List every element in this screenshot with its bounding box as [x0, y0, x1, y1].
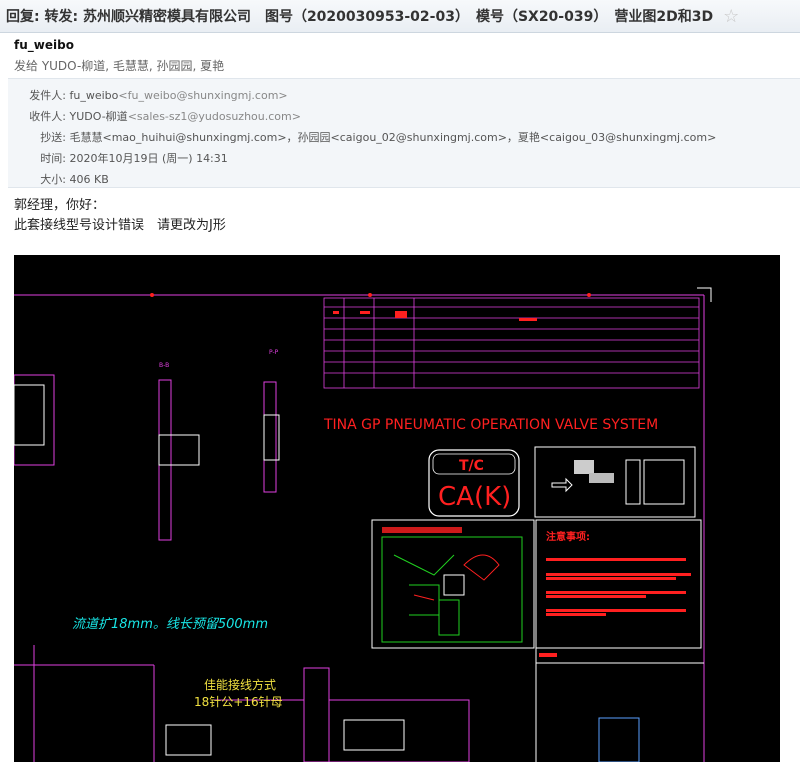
meta-size-row: 大小: 406 KB: [8, 169, 800, 190]
title-block-table: [323, 297, 700, 389]
section-label-b: B-B: [159, 362, 169, 369]
meta-cc-row: 抄送: 毛慧慧<mao_huihui@shunxingmj.com>，孙园园<c…: [8, 127, 800, 148]
email-subject: 回复: 转发: 苏州顺兴精密模具有限公司 图号（2020030953-02-03…: [6, 9, 714, 25]
email-meta-details: 发件人: fu_weibo<fu_weibo@shunxingmj.com> 收…: [8, 78, 800, 188]
email-body: 郭经理，你好： 此套接线型号设计错误 请更改为J形: [14, 196, 226, 236]
table-mark: [360, 311, 370, 314]
table-mark: [519, 318, 537, 321]
meta-to-label: 收件人:: [29, 110, 66, 123]
arrow-icon: [551, 477, 573, 493]
meta-time-value: 2020年10月19日 (周一) 14:31: [69, 152, 228, 165]
valve-core: [443, 574, 465, 596]
mold-plate-icon: [625, 459, 641, 505]
tc-value: CA(K): [438, 482, 511, 512]
star-icon[interactable]: ☆: [723, 6, 739, 27]
runner-note: 流道扩18mm。线长预留500mm: [72, 617, 268, 632]
table-mark: [333, 311, 339, 314]
connector-outline: [165, 724, 212, 756]
lower-panel-mark: [539, 653, 557, 657]
mold-plate-icon: [643, 459, 685, 505]
email-subject-bar: 回复: 转发: 苏州顺兴精密模具有限公司 图号（2020030953-02-03…: [0, 0, 800, 33]
wiring-title: 佳能接线方式: [204, 677, 276, 692]
recipients-summary: 发给 YUDO-柳道, 毛慧慧, 孙园园, 夏艳: [14, 59, 225, 73]
sender-name[interactable]: fu_weibo: [14, 38, 224, 52]
meta-cc-label: 抄送:: [40, 131, 66, 144]
component-outline: [263, 414, 280, 461]
tc-label: T/C: [459, 458, 484, 474]
meta-time-row: 时间: 2020年10月19日 (周一) 14:31: [8, 148, 800, 169]
border-mark: [150, 293, 154, 297]
connector-outline: [343, 719, 405, 751]
injection-unit-icon: [589, 473, 614, 483]
meta-time-label: 时间:: [40, 152, 66, 165]
cad-drawing-image[interactable]: TINA GP PNEUMATIC OPERATION VALVE SYSTEM…: [14, 255, 780, 762]
email-request-line: 此套接线型号设计错误 请更改为J形: [14, 218, 226, 233]
valve-detail-box: [371, 519, 535, 649]
cad-drawing-svg: TINA GP PNEUMATIC OPERATION VALVE SYSTEM…: [14, 287, 712, 762]
meta-size-label: 大小:: [40, 173, 66, 186]
valve-detail-frame: [381, 536, 523, 643]
valve-highlight: [413, 554, 500, 601]
border-mark: [368, 293, 372, 297]
meta-to-email[interactable]: <sales-sz1@yudosuzhou.com>: [128, 110, 301, 123]
meta-size-value: 406 KB: [69, 173, 109, 186]
meta-to-name[interactable]: YUDO-柳道: [70, 110, 128, 123]
meta-to-row: 收件人: YUDO-柳道<sales-sz1@yudosuzhou.com>: [8, 106, 800, 127]
sender-block: fu_weibo 发给 YUDO-柳道, 毛慧慧, 孙园园, 夏艳: [14, 38, 224, 74]
meta-from-name[interactable]: fu_weibo: [70, 89, 119, 102]
meta-cc-value[interactable]: 毛慧慧<mao_huihui@shunxingmj.com>，孙园园<caigo…: [70, 131, 717, 144]
meta-from-row: 发件人: fu_weibo<fu_weibo@shunxingmj.com>: [8, 85, 800, 106]
component-outline: [598, 717, 640, 762]
table-mark: [395, 311, 407, 318]
valve-detail-title: [382, 527, 462, 533]
system-title: TINA GP PNEUMATIC OPERATION VALVE SYSTEM: [323, 417, 658, 433]
border-mark: [587, 293, 591, 297]
machine-schematic-box: [534, 446, 696, 518]
meta-from-label: 发件人:: [29, 89, 66, 102]
component-outline: [158, 434, 200, 466]
notes-lines: [546, 558, 691, 616]
component-outline: [14, 384, 45, 446]
email-greeting: 郭经理，你好：: [14, 198, 106, 213]
nozzle-icon: [574, 460, 594, 474]
notes-title: 注意事项:: [546, 530, 590, 543]
meta-from-email[interactable]: <fu_weibo@shunxingmj.com>: [118, 89, 287, 102]
section-label-p: P-P: [269, 349, 279, 356]
wiring-detail: 18针公+16针母: [194, 694, 283, 709]
